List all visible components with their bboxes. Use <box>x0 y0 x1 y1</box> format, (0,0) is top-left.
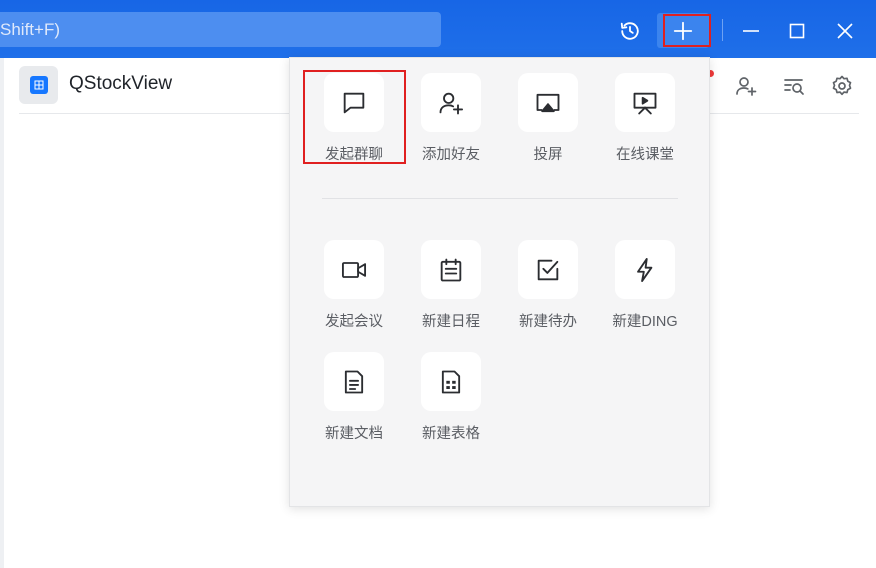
popup-divider <box>322 198 678 199</box>
search-history-button[interactable] <box>780 72 808 100</box>
maximize-icon <box>789 23 805 39</box>
minimize-icon <box>742 22 760 40</box>
item-label: 新建待办 <box>519 314 577 330</box>
online-class-item[interactable]: 在线课堂 <box>605 73 685 173</box>
title-bar: Shift+F) <box>0 0 876 58</box>
maximize-button[interactable] <box>780 14 814 48</box>
item-label: 新建DING <box>612 314 678 330</box>
start-group-chat-item[interactable]: 发起群聊 <box>314 73 394 173</box>
search-history-icon <box>782 74 806 98</box>
app-window: Shift+F) QStockView 发起群聊 添加好友 投屏 在线课堂 发起… <box>0 0 876 568</box>
plus-icon <box>672 20 694 42</box>
item-label: 新建文档 <box>325 426 383 442</box>
add-member-button[interactable] <box>732 72 760 100</box>
avatar[interactable] <box>19 66 58 104</box>
history-icon <box>619 20 641 42</box>
new-schedule-item[interactable]: 新建日程 <box>411 240 491 340</box>
item-label: 发起群聊 <box>325 147 383 163</box>
todo-icon <box>518 240 578 299</box>
chat-title: QStockView <box>69 73 173 94</box>
item-label: 在线课堂 <box>616 147 674 163</box>
quick-action-popup: 发起群聊 添加好友 投屏 在线课堂 发起会议 新建日程 新建待办 新建DING … <box>289 57 710 507</box>
new-todo-item[interactable]: 新建待办 <box>508 240 588 340</box>
new-spreadsheet-item[interactable]: 新建表格 <box>411 352 491 452</box>
chat-bubble-icon <box>324 73 384 132</box>
history-button[interactable] <box>613 14 647 48</box>
new-ding-item[interactable]: 新建DING <box>605 240 685 340</box>
left-strip <box>0 58 4 568</box>
close-button[interactable] <box>828 14 862 48</box>
plus-button[interactable] <box>657 13 709 48</box>
close-icon <box>836 22 854 40</box>
item-label: 添加好友 <box>422 147 480 163</box>
add-friend-icon <box>421 73 481 132</box>
settings-icon <box>830 74 854 98</box>
item-label: 新建日程 <box>422 314 480 330</box>
minimize-button[interactable] <box>734 14 768 48</box>
screen-cast-icon <box>518 73 578 132</box>
document-icon <box>324 352 384 411</box>
new-document-item[interactable]: 新建文档 <box>314 352 394 452</box>
online-class-icon <box>615 73 675 132</box>
video-meeting-icon <box>324 240 384 299</box>
item-label: 投屏 <box>533 147 563 163</box>
item-label: 新建表格 <box>422 426 480 442</box>
calendar-icon <box>421 240 481 299</box>
start-meeting-item[interactable]: 发起会议 <box>314 240 394 340</box>
add-friend-item[interactable]: 添加好友 <box>411 73 491 173</box>
lightning-icon <box>615 240 675 299</box>
add-member-icon <box>734 74 758 98</box>
item-label: 发起会议 <box>325 314 383 330</box>
settings-button[interactable] <box>828 72 856 100</box>
spreadsheet-icon <box>421 352 481 411</box>
screen-cast-item[interactable]: 投屏 <box>508 73 588 173</box>
search-input[interactable]: Shift+F) <box>0 12 441 47</box>
titlebar-separator <box>722 19 723 41</box>
app-logo-icon <box>29 76 48 94</box>
